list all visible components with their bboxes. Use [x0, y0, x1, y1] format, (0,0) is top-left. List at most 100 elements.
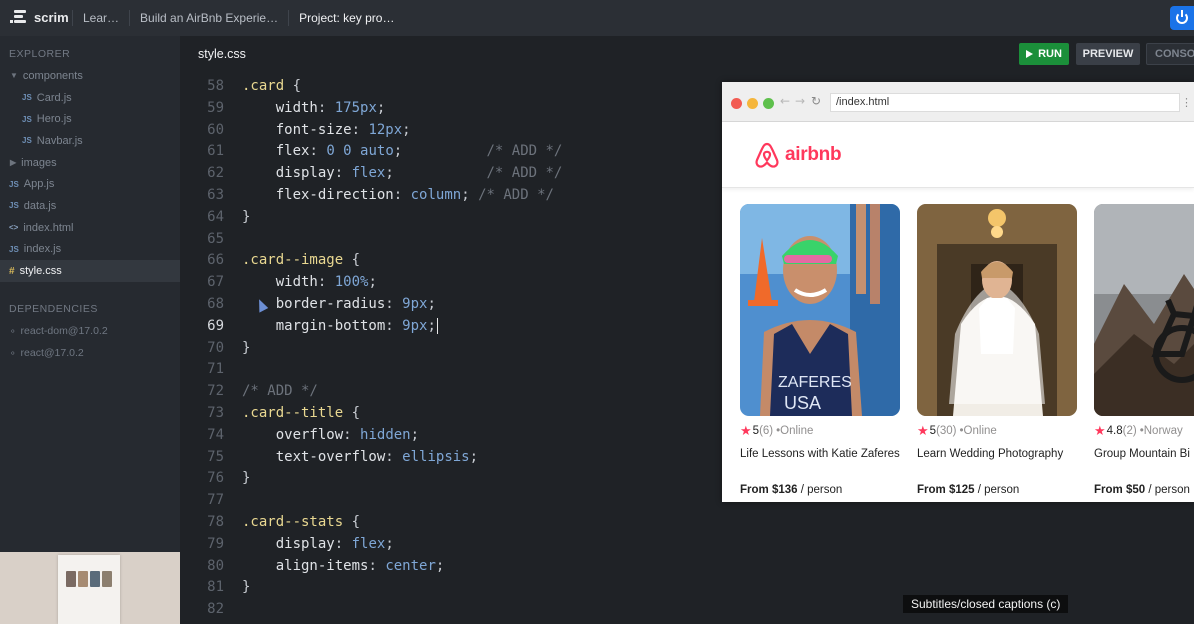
line-number: 63	[207, 187, 224, 203]
svg-text:USA: USA	[784, 393, 821, 413]
experience-card[interactable]: ★ 5 (30) •Online Learn Wedding Photograp…	[917, 204, 1077, 461]
chevron-right-icon: ▶	[10, 158, 17, 168]
back-arrow-icon[interactable]: ←	[780, 94, 790, 108]
code-line[interactable]: 65	[180, 228, 242, 250]
url-bar[interactable]: /index.html	[830, 93, 1180, 112]
console-button[interactable]: CONSO	[1146, 43, 1194, 65]
code-line[interactable]: 59 width: 175px;	[180, 97, 385, 119]
package-icon: ⚬	[9, 325, 17, 336]
scrim-logo[interactable]: scrim	[10, 8, 69, 26]
explorer-heading: EXPLORER	[9, 48, 71, 60]
close-window-icon[interactable]	[731, 98, 742, 109]
dependency-item[interactable]: ⚬ react-dom@17.0.2	[0, 320, 180, 342]
code-line[interactable]: 67 width: 100%;	[180, 271, 377, 293]
line-number: 68	[207, 296, 224, 312]
run-button[interactable]: RUN	[1019, 43, 1069, 65]
card-price-amount: From $50	[1094, 484, 1146, 496]
code-line[interactable]: 76}	[180, 467, 250, 489]
code-line[interactable]: 66 .card--image {	[180, 249, 360, 271]
card-price: From $125 / person	[917, 484, 1019, 496]
tree-item-index-html[interactable]: <> index.html	[0, 217, 180, 239]
js-file-icon: JS	[22, 114, 32, 124]
code-line[interactable]: 64}	[180, 206, 250, 228]
preview-button[interactable]: PREVIEW	[1076, 43, 1140, 65]
code-line[interactable]: 68 border-radius: 9px;	[180, 293, 436, 315]
app-name: scrim	[34, 9, 69, 25]
airbnb-wordmark: airbnb	[785, 144, 842, 165]
tree-item-app-js[interactable]: JS App.js	[0, 173, 180, 195]
code-line[interactable]: 58 .card {	[180, 75, 301, 97]
tree-item-navbar-js[interactable]: JS Navbar.js	[0, 130, 180, 152]
line-number: 66	[207, 252, 224, 269]
code-line[interactable]: 63 flex-direction: column; /* ADD */	[180, 184, 554, 206]
code-line[interactable]: 69 margin-bottom: 9px;	[180, 315, 438, 337]
experience-card[interactable]: ★ 4.8 (2) •Norway Group Mountain Bi	[1094, 204, 1194, 461]
scrim-logo-icon	[10, 8, 28, 26]
card-review-count: (6)	[759, 425, 774, 437]
code-line[interactable]: 62 display: flex; /* ADD */	[180, 162, 562, 184]
top-bar: scrim Lear… Build an AirBnb Experie… Pro…	[0, 0, 1194, 36]
card-price-amount: From $136	[740, 484, 798, 496]
code-text: font-size: 12px;	[275, 121, 411, 138]
card-title: Group Mountain Bi	[1094, 448, 1190, 460]
code-editor[interactable]: 58 .card {59 width: 175px; 60 font-size: 1…	[180, 75, 725, 624]
forward-arrow-icon[interactable]: →	[795, 94, 805, 108]
code-line[interactable]: 75 text-overflow: ellipsis;	[180, 446, 478, 468]
tree-item-data-js[interactable]: JS data.js	[0, 195, 180, 217]
more-menu-icon[interactable]: ⋮	[1181, 96, 1192, 109]
tree-item-index-js[interactable]: JS index.js	[0, 239, 180, 261]
line-number: 76	[207, 470, 224, 487]
experience-card[interactable]: ZAFERES USA ★ 5 (6) •Online Life Lessons…	[740, 204, 900, 461]
card-location: •Norway	[1139, 425, 1183, 437]
card-image-mountain-bike	[1094, 204, 1194, 416]
tree-item-label: components	[22, 69, 83, 82]
code-line[interactable]: 79 display: flex;	[180, 533, 394, 555]
code-line[interactable]: 71	[180, 358, 242, 380]
line-number: 65	[207, 230, 224, 247]
code-line[interactable]: 73 .card--title {	[180, 402, 360, 424]
code-text: flex-direction: column; /* ADD */	[275, 187, 554, 203]
line-number: 80	[207, 557, 224, 574]
line-number: 61	[207, 143, 224, 160]
code-line[interactable]: 60 font-size: 12px;	[180, 119, 411, 141]
code-line[interactable]: 81}	[180, 576, 250, 598]
tree-item-card-js[interactable]: JS Card.js	[0, 87, 180, 109]
tree-item-label: Hero.js	[36, 113, 72, 126]
html-file-icon: <>	[9, 223, 19, 233]
code-line[interactable]: 70}	[180, 337, 250, 359]
css-file-icon: #	[9, 265, 15, 277]
code-line[interactable]: 74 overflow: hidden;	[180, 424, 419, 446]
line-number: 67	[207, 274, 224, 291]
tree-item-style-css[interactable]: # style.css	[0, 260, 180, 282]
breadcrumb-item-section[interactable]: Build an AirBnb Experie…	[130, 11, 288, 25]
minimize-window-icon[interactable]	[747, 98, 758, 109]
airbnb-navbar: airbnb	[722, 122, 1194, 188]
card-price-unit: / person	[1145, 484, 1190, 496]
breadcrumb-item-current[interactable]: Project: key pro…	[289, 11, 404, 25]
power-button[interactable]	[1170, 6, 1194, 30]
tree-item-hero-js[interactable]: JS Hero.js	[0, 108, 180, 130]
code-line[interactable]: 72 /* ADD */	[180, 380, 318, 402]
card-stats: ★ 5 (6) •Online	[740, 423, 900, 439]
code-line[interactable]: 80 align-items: center;	[180, 555, 444, 577]
file-tab[interactable]: style.css	[198, 47, 246, 61]
breadcrumb-item-course[interactable]: Lear…	[73, 11, 129, 25]
console-label: CONSO	[1155, 48, 1194, 60]
webcam-thumbnail[interactable]	[0, 552, 180, 624]
reload-icon[interactable]: ↻	[811, 94, 821, 108]
line-number: 81	[207, 579, 224, 596]
breadcrumb: Lear… Build an AirBnb Experie… Project: …	[72, 0, 404, 36]
code-text: width: 100%;	[275, 274, 377, 291]
line-number: 78	[207, 514, 224, 530]
tree-item-components[interactable]: ▼ components	[0, 65, 180, 87]
svg-text:ZAFERES: ZAFERES	[778, 374, 852, 391]
maximize-window-icon[interactable]	[763, 98, 774, 109]
dependency-item[interactable]: ⚬ react@17.0.2	[0, 342, 180, 364]
code-line[interactable]: 82	[180, 598, 242, 620]
code-line[interactable]: 77	[180, 489, 242, 511]
tree-item-images[interactable]: ▶ images	[0, 152, 180, 174]
card-location: •Online	[959, 425, 997, 437]
code-line[interactable]: 78 .card--stats {	[180, 511, 360, 533]
code-line[interactable]: 61 flex: 0 0 auto; /* ADD */	[180, 140, 562, 162]
js-file-icon: JS	[9, 179, 19, 189]
